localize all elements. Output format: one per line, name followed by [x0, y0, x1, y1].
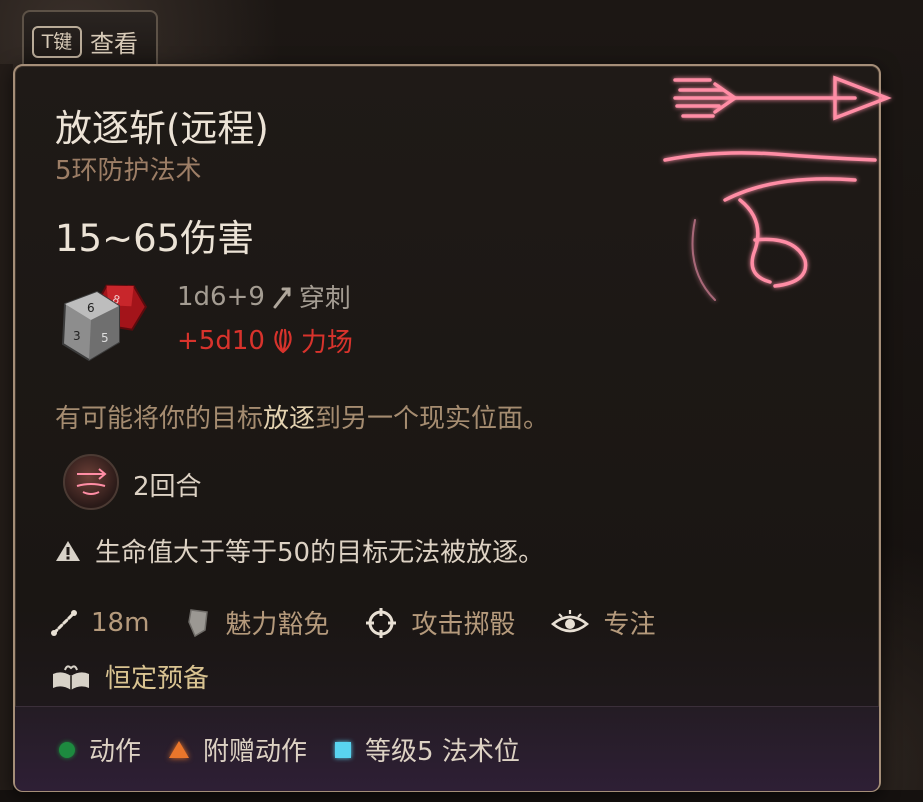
open-book-icon: [53, 664, 89, 690]
cost-label: 等级5 法术位: [365, 737, 520, 767]
crosshair-icon: [366, 607, 397, 638]
damage-range: 15~65伤害: [55, 217, 255, 260]
action-dot-icon: [59, 741, 75, 758]
spell-art-neon-icon: [663, 75, 892, 301]
spell-slot-square-icon: [335, 741, 352, 758]
ritual-label: 恒定预备: [105, 664, 210, 694]
property-label: 18m: [91, 607, 150, 638]
spell-school: 5环防护法术: [55, 156, 202, 186]
description-text: 有可能将你的目标: [55, 404, 264, 434]
warning-row: 生命值大于等于50的目标无法被放逐。: [55, 532, 544, 569]
cost-bonus-action[interactable]: 附赠动作: [169, 731, 307, 768]
warning-text: 生命值大于等于50的目标无法被放逐。: [95, 538, 545, 568]
range-icon: [51, 609, 77, 636]
cost-label: 动作: [89, 737, 142, 767]
damage-type: 穿刺: [298, 284, 351, 314]
banish-keyword[interactable]: 放逐: [263, 404, 315, 434]
damage-line-piercing: 1d6+9 穿刺: [177, 278, 351, 315]
hotkey-key: T键: [32, 26, 82, 58]
duration-text: 2回合: [133, 472, 202, 502]
damage-line-force: +5d10 力场: [177, 322, 353, 359]
spell-title: 放逐斩(远程): [55, 107, 269, 150]
cost-footer: 动作 附赠动作 等级5 法术位: [15, 706, 879, 791]
inspect-hotkey-tab[interactable]: T键 查看: [22, 10, 158, 64]
force-hand-icon: [274, 328, 292, 353]
svg-text:6: 6: [87, 301, 95, 315]
spell-description: 有可能将你的目标放逐到另一个现实位面。: [55, 398, 549, 435]
ritual-row[interactable]: 恒定预备: [51, 658, 209, 695]
cost-action[interactable]: 动作: [59, 731, 141, 768]
description-text: 到另一个现实位面。: [315, 404, 550, 434]
property-saving-throw[interactable]: 魅力豁免: [185, 604, 329, 641]
damage-type: 力场: [300, 328, 353, 358]
damage-dice: +5d10: [177, 325, 265, 356]
svg-text:3: 3: [73, 329, 81, 343]
property-label: 魅力豁免: [225, 610, 330, 640]
duration-icon: [63, 454, 119, 510]
dice-icon: 8 6 3 5: [61, 284, 148, 362]
property-concentration[interactable]: 专注: [551, 604, 655, 641]
hotkey-label: 查看: [90, 30, 138, 58]
spell-tooltip: 放逐斩(远程) 5环防护法术 15~65伤害 8 6 3 5 1d6+9 穿刺 …: [13, 64, 892, 792]
concentration-eye-icon: [551, 609, 590, 632]
shield-save-icon: [188, 608, 209, 637]
left-edge: [0, 64, 13, 802]
svg-text:5: 5: [101, 331, 109, 345]
bonus-action-triangle-icon: [169, 741, 190, 758]
piercing-arrow-icon: [273, 287, 291, 308]
property-range[interactable]: 18m: [51, 608, 149, 638]
property-attack-roll[interactable]: 攻击掷骰: [365, 604, 515, 641]
property-label: 攻击掷骰: [411, 610, 516, 640]
property-label: 专注: [603, 610, 656, 640]
damage-dice: 1d6+9: [177, 281, 265, 312]
cost-label: 附赠动作: [203, 737, 308, 767]
spell-properties: 18m 魅力豁免 攻击掷骰 专注: [51, 604, 691, 641]
warning-icon: [56, 540, 80, 561]
cost-spell-slot[interactable]: 等级5 法术位: [335, 731, 520, 768]
